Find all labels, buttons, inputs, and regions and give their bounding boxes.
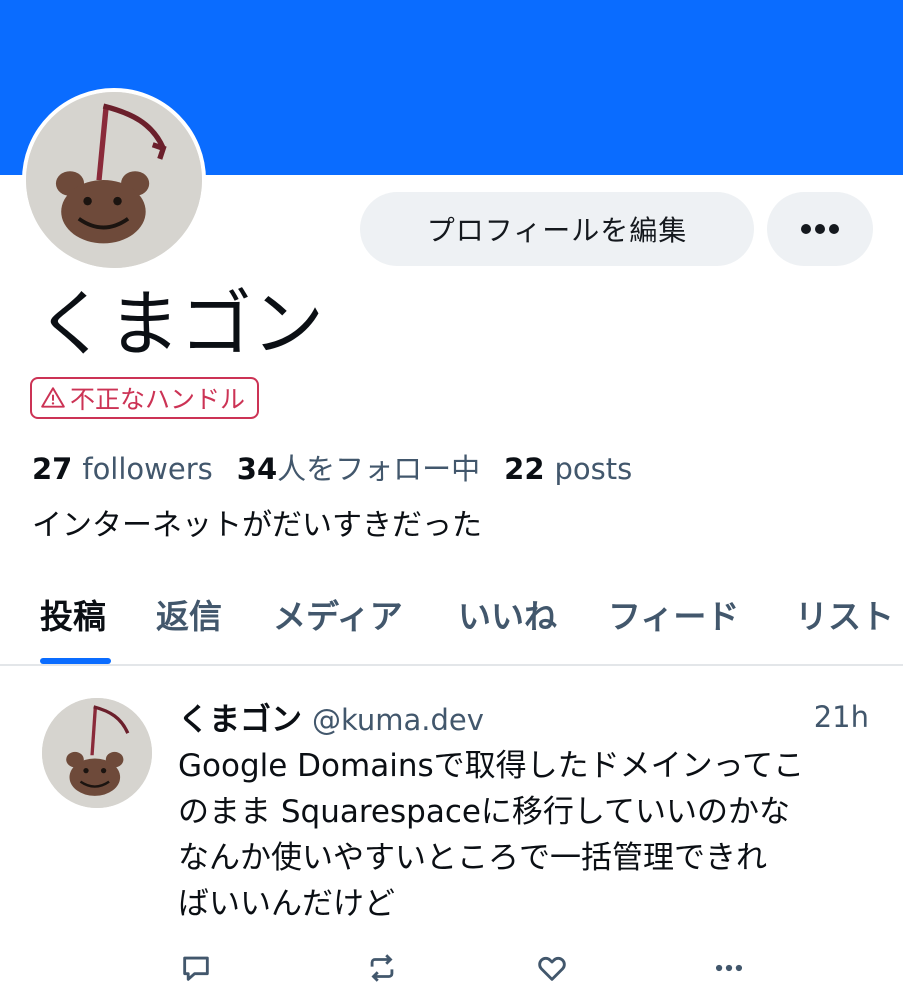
tab-posts[interactable]: 投稿: [40, 590, 106, 638]
tab-feeds[interactable]: フィード: [608, 590, 739, 638]
profile-stats: 27 followers 34 人をフォロー中 22 posts: [32, 446, 656, 488]
tab-lists[interactable]: リスト: [795, 590, 894, 638]
post-line: のまま Squarespaceに移行していいのかな: [178, 794, 790, 830]
tab-media[interactable]: メディア: [273, 590, 403, 638]
post-author-handle: @kuma.dev: [312, 703, 484, 737]
profile-more-button[interactable]: [767, 192, 873, 266]
post-more-button[interactable]: [709, 948, 749, 988]
bear-note-avatar-image: [26, 92, 202, 268]
following-label: 人をフォロー中: [277, 452, 481, 486]
post-body: Google Domainsで取得したドメインってこ のまま Squarespa…: [178, 743, 878, 927]
tab-replies[interactable]: 返信: [156, 590, 222, 638]
post-line: なんか使いやすいところで一括管理できれ: [178, 840, 767, 876]
badge-label: 不正なハンドル: [70, 385, 246, 414]
active-tab-indicator: [40, 658, 111, 664]
post-author[interactable]: くまゴン @kuma.dev: [178, 694, 484, 739]
posts-label: posts: [554, 452, 633, 486]
profile-tabs: 投稿 返信 メディア いいね フィード リスト: [0, 590, 903, 666]
followers-label: followers: [82, 452, 213, 486]
reply-icon: [183, 956, 209, 981]
post-author-avatar[interactable]: [42, 698, 152, 808]
invalid-handle-badge: 不正なハンドル: [30, 377, 260, 419]
post-line: Google Domainsで取得したドメインってこ: [178, 748, 805, 784]
profile-avatar[interactable]: [22, 88, 206, 272]
repost-icon: [370, 954, 394, 982]
followers-stat[interactable]: 27 followers: [32, 452, 213, 486]
more-icon: [801, 224, 839, 234]
warning-icon: [41, 387, 65, 408]
like-button[interactable]: [532, 948, 572, 988]
profile-bio: インターネットがだいすきだった: [32, 508, 482, 543]
followers-count: 27: [32, 452, 73, 486]
like-icon: [538, 956, 566, 981]
post-timestamp[interactable]: 21h: [814, 700, 869, 734]
profile-display-name: くまゴン: [36, 282, 325, 366]
post-author-name: くまゴン: [178, 702, 302, 738]
more-icon: [715, 964, 743, 972]
edit-profile-button[interactable]: プロフィールを編集: [360, 192, 754, 266]
repost-button[interactable]: [362, 948, 402, 988]
posts-count: 22: [504, 452, 545, 486]
tab-likes[interactable]: いいね: [458, 590, 557, 638]
post-actions: [0, 948, 903, 988]
post-line: ばいいんだけど: [178, 886, 395, 922]
following-stat[interactable]: 34 人をフォロー中: [237, 446, 480, 488]
posts-stat: 22 posts: [504, 452, 632, 486]
bear-note-avatar-image: [42, 698, 152, 808]
reply-button[interactable]: [176, 948, 216, 988]
following-count: 34: [236, 452, 278, 486]
